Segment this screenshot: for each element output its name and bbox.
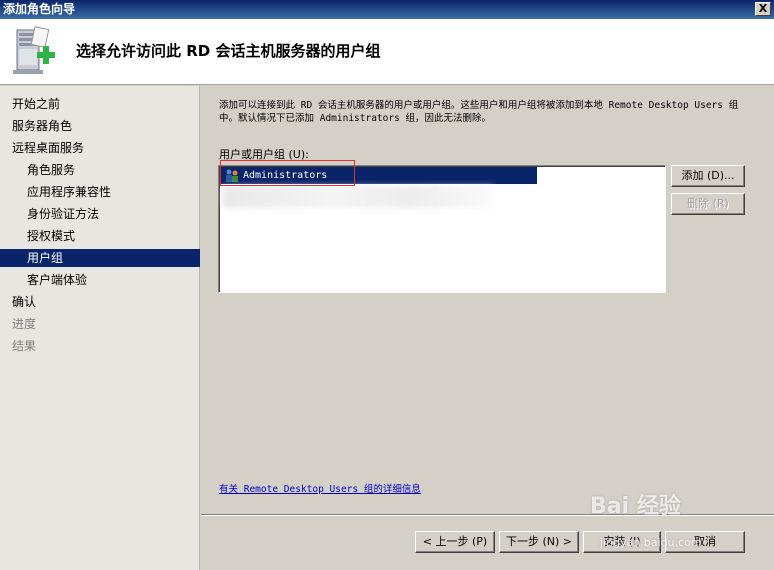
server-add-icon <box>13 26 55 74</box>
watermark: Bai 经验 <box>590 494 681 519</box>
annotation-highlight <box>220 160 355 186</box>
step-before-you-begin[interactable]: 开始之前 <box>0 95 200 113</box>
step-results: 结果 <box>12 339 37 353</box>
step-progress: 进度 <box>12 317 37 331</box>
watermark-url: jingyan.baidu.com <box>600 536 702 549</box>
obscured-list-item <box>223 186 493 208</box>
previous-button[interactable]: < 上一步 (P) <box>415 531 495 553</box>
close-button[interactable]: X <box>755 2 771 16</box>
more-info-link[interactable]: 有关 Remote Desktop Users 组的详细信息 <box>219 481 421 495</box>
add-button[interactable]: 添加 (D)... <box>671 165 745 187</box>
step-confirmation[interactable]: 确认 <box>0 293 200 311</box>
step-user-groups[interactable]: 用户组 <box>0 249 200 267</box>
footer-separator <box>201 514 774 516</box>
step-licensing-mode[interactable]: 授权模式 <box>0 227 200 245</box>
window-title-bar: 添加角色向导 X <box>0 0 774 19</box>
step-client-experience[interactable]: 客户端体验 <box>0 271 200 289</box>
step-authentication-method[interactable]: 身份验证方法 <box>0 205 200 223</box>
step-server-roles[interactable]: 服务器角色 <box>0 117 200 135</box>
step-role-services[interactable]: 角色服务 <box>0 161 200 179</box>
window-title: 添加角色向导 <box>3 2 76 16</box>
next-button[interactable]: 下一步 (N) > <box>499 531 579 553</box>
description-text: 添加可以连接到此 RD 会话主机服务器的用户或用户组。这些用户和用户组将被添加到… <box>219 100 739 124</box>
close-icon: X <box>758 2 768 15</box>
step-remote-desktop-services[interactable]: 远程桌面服务 <box>0 139 200 157</box>
step-application-compatibility[interactable]: 应用程序兼容性 <box>0 183 200 201</box>
wizard-content: 添加可以连接到此 RD 会话主机服务器的用户或用户组。这些用户和用户组将被添加到… <box>201 86 774 514</box>
remove-button: 删除 (R) <box>671 193 745 215</box>
wizard-steps: 开始之前 服务器角色 远程桌面服务 角色服务 应用程序兼容性 身份验证方法 授权… <box>0 86 200 570</box>
wizard-header: 选择允许访问此 RD 会话主机服务器的用户组 <box>0 19 774 85</box>
page-title: 选择允许访问此 RD 会话主机服务器的用户组 <box>76 42 381 60</box>
